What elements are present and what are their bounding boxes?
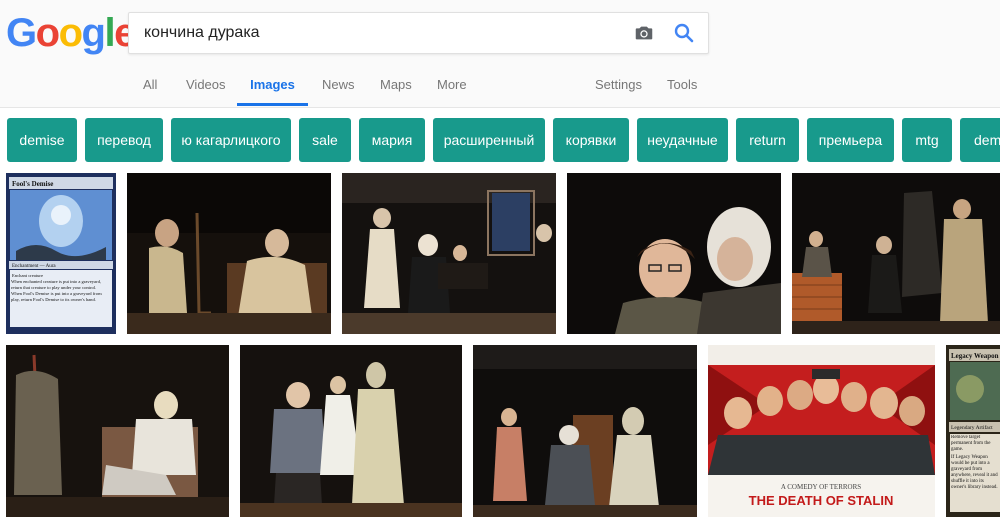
card-text-2: When enchanted creature is put into a gr… — [11, 279, 102, 290]
chip[interactable]: mtg — [902, 118, 952, 162]
card-title: Fool's Demise — [12, 180, 53, 188]
chip[interactable]: перевод — [85, 118, 163, 162]
camera-icon[interactable] — [633, 22, 655, 44]
tab-maps[interactable]: Maps — [380, 66, 412, 106]
image-result-movie-poster[interactable]: A COMEDY OF TERRORS THE DEATH OF STALIN — [708, 345, 935, 517]
poster-title: THE DEATH OF STALIN — [749, 493, 894, 508]
image-result-stage-photo[interactable] — [342, 173, 556, 334]
chip[interactable]: dem — [960, 118, 1000, 162]
search-box — [128, 12, 709, 54]
chip[interactable]: ю кагарлицкого — [171, 118, 291, 162]
image-result-stage-photo[interactable] — [240, 345, 462, 517]
header: Google All Videos Images News Maps More … — [0, 0, 1000, 108]
card-text-1: Remove target permanent from the game. — [951, 435, 991, 452]
logo-letter: l — [104, 11, 115, 55]
chip[interactable]: demise — [7, 118, 77, 162]
image-result-mtg-card[interactable]: Fool's Demise Enchantment — Aura Enchant… — [6, 173, 116, 334]
tab-tools[interactable]: Tools — [667, 66, 697, 106]
tab-settings[interactable]: Settings — [595, 66, 642, 106]
related-chips: demise перевод ю кагарлицкого sale мария… — [0, 118, 1000, 162]
tab-videos[interactable]: Videos — [186, 66, 226, 106]
card-type: Legendary Artifact — [951, 424, 993, 431]
search-input[interactable] — [144, 13, 614, 53]
tab-news[interactable]: News — [322, 66, 355, 106]
chip[interactable]: неудачные — [637, 118, 728, 162]
logo-letter: g — [81, 11, 106, 55]
image-result-stage-photo[interactable] — [792, 173, 1000, 334]
card-type: Enchantment — Aura — [12, 264, 56, 269]
logo-letter: o — [58, 11, 83, 55]
card-text-2: If Legacy Weapon would be put into a gra… — [951, 455, 998, 490]
image-result-stage-photo[interactable] — [473, 345, 697, 517]
tab-all[interactable]: All — [143, 66, 157, 106]
search-tabs: All Videos Images News Maps More Setting… — [0, 66, 1000, 108]
search-icon[interactable] — [672, 21, 696, 45]
chip[interactable]: расширенный — [433, 118, 545, 162]
image-result-stage-photo[interactable] — [567, 173, 781, 334]
tab-more[interactable]: More — [437, 66, 467, 106]
chip[interactable]: return — [736, 118, 799, 162]
poster-subtitle: A COMEDY OF TERRORS — [781, 483, 861, 491]
tab-images[interactable]: Images — [237, 66, 308, 106]
image-result-stage-photo[interactable] — [127, 173, 331, 334]
chip[interactable]: мария — [359, 118, 425, 162]
chip[interactable]: sale — [299, 118, 351, 162]
card-text-1: Enchant creature — [12, 273, 43, 278]
image-result-mtg-card[interactable]: Legacy Weapon Legendary Artifact Remove … — [946, 345, 1000, 517]
chip[interactable]: корявки — [553, 118, 629, 162]
google-logo[interactable]: Google — [6, 11, 136, 55]
logo-letter: o — [35, 11, 60, 55]
card-title: Legacy Weapon — [951, 352, 999, 360]
image-result-stage-photo[interactable] — [6, 345, 229, 517]
logo-letter: G — [6, 11, 37, 55]
card-text-3: When Fool's Demise is put into a graveya… — [11, 291, 102, 302]
chip[interactable]: премьера — [807, 118, 894, 162]
